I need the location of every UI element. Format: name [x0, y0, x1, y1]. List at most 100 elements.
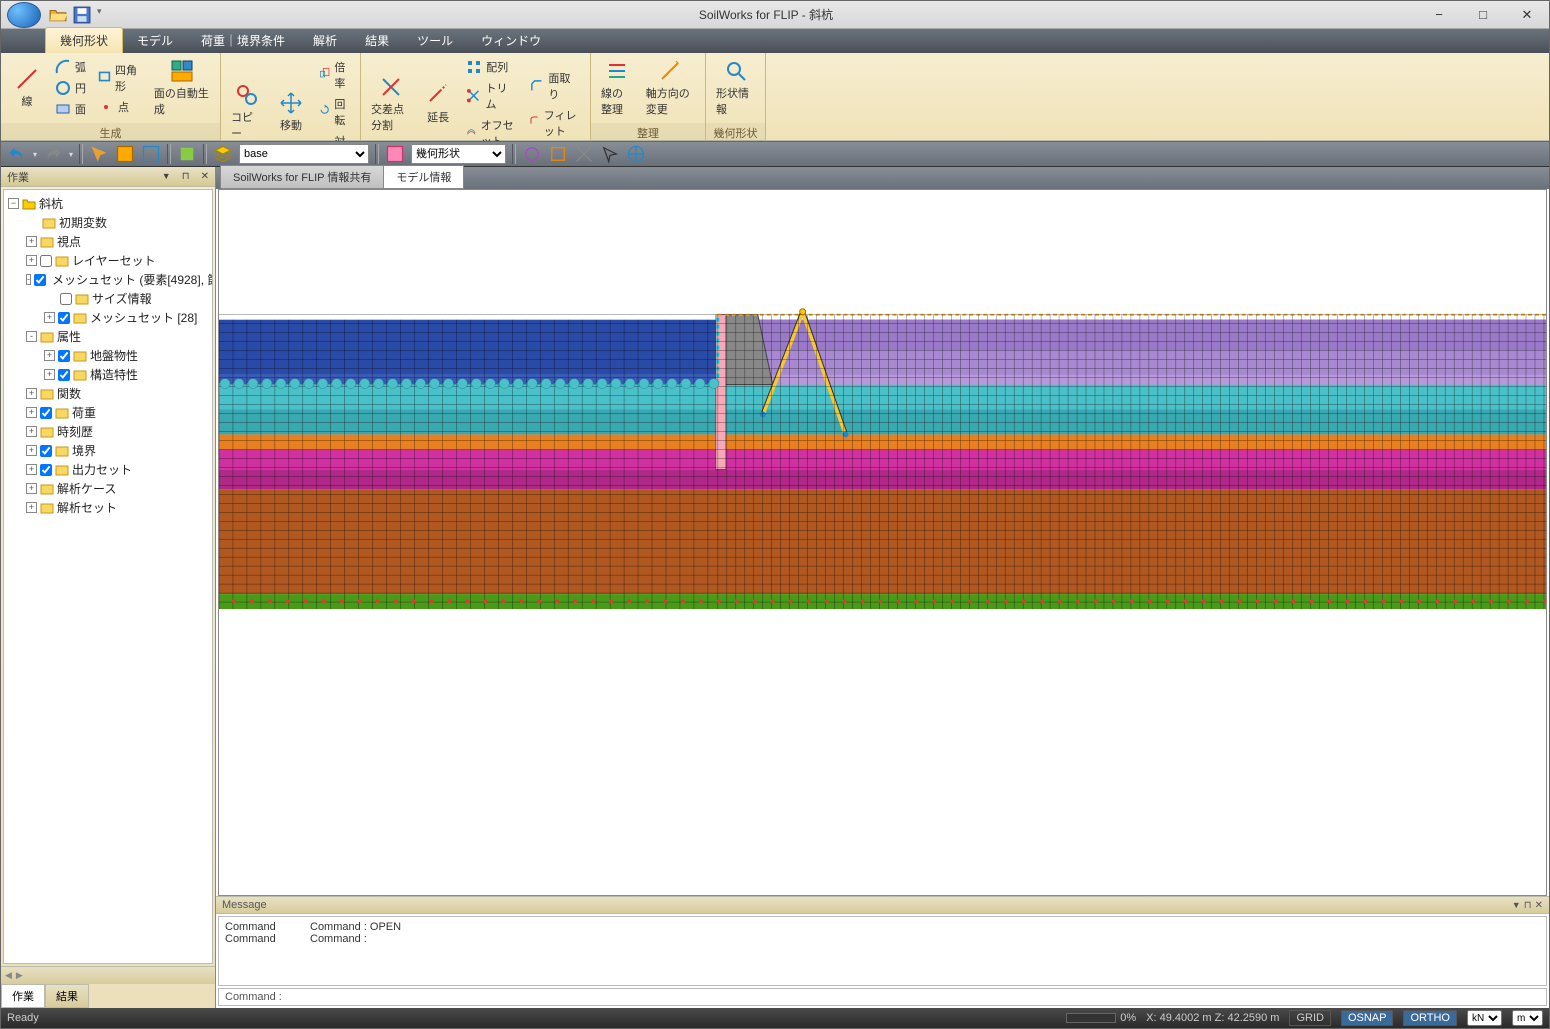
- tree-expand-icon[interactable]: +: [26, 388, 37, 399]
- tree-item[interactable]: +視点: [4, 232, 212, 251]
- trim-button[interactable]: トリム: [462, 78, 521, 114]
- tab-result[interactable]: 結果: [351, 28, 403, 53]
- qat-dropdown-icon[interactable]: ▾: [97, 6, 115, 24]
- arc-button[interactable]: 弧: [51, 57, 90, 77]
- tree-expand-icon[interactable]: +: [26, 236, 37, 247]
- tree-checkbox[interactable]: [40, 255, 52, 267]
- scale-button[interactable]: 倍率: [315, 57, 354, 93]
- tree-item[interactable]: +出力セット: [4, 460, 212, 479]
- unit-force-select[interactable]: kN: [1467, 1010, 1502, 1026]
- tree-checkbox[interactable]: [40, 464, 52, 476]
- unit-length-select[interactable]: m: [1512, 1010, 1543, 1026]
- extend-button[interactable]: 延長: [418, 81, 458, 127]
- msg-pin-icon[interactable]: ⊓: [1524, 900, 1532, 911]
- layer-select[interactable]: base: [239, 144, 369, 164]
- tree-checkbox[interactable]: [60, 293, 72, 305]
- mode-select[interactable]: 幾何形状: [411, 144, 506, 164]
- doc-tab-model[interactable]: モデル情報: [383, 165, 464, 189]
- panel-pin-icon[interactable]: ⊓: [182, 171, 190, 183]
- fillet-button[interactable]: フィレット: [525, 105, 584, 141]
- minimize-button[interactable]: −: [1417, 1, 1461, 29]
- tree-item[interactable]: 初期変数: [4, 213, 212, 232]
- tree-checkbox[interactable]: [58, 350, 70, 362]
- tree-checkbox[interactable]: [58, 369, 70, 381]
- app-menu-button[interactable]: [7, 2, 41, 28]
- tab-window[interactable]: ウィンドウ: [467, 28, 555, 53]
- tab-load-boundary[interactable]: 荷重｜境界条件: [187, 28, 299, 53]
- tool-icon-3[interactable]: [141, 144, 161, 164]
- shapeinfo-button[interactable]: 形状情報: [712, 57, 759, 119]
- tree-expand-icon[interactable]: +: [44, 312, 55, 323]
- rotate-button[interactable]: 回転: [315, 94, 354, 130]
- tree-item[interactable]: -メッシュセット (要素[4928], 節点[6: [4, 270, 212, 289]
- tree-item[interactable]: サイズ情報: [4, 289, 212, 308]
- view-icon-2[interactable]: [548, 144, 568, 164]
- tree-item[interactable]: +地盤物性: [4, 346, 212, 365]
- copy-button[interactable]: コピー: [227, 81, 267, 143]
- tree-item[interactable]: +時刻歴: [4, 422, 212, 441]
- command-input[interactable]: Command :: [218, 988, 1547, 1006]
- tree-expand-icon[interactable]: +: [26, 407, 37, 418]
- arrange-button[interactable]: 線の整理: [597, 57, 638, 119]
- intersect-button[interactable]: 交差点分割: [367, 73, 414, 135]
- tool-icon-2[interactable]: [115, 144, 135, 164]
- tab-tool[interactable]: ツール: [403, 28, 467, 53]
- point-button[interactable]: 点: [94, 97, 146, 117]
- tree-expand-icon[interactable]: +: [26, 483, 37, 494]
- tree-item[interactable]: -属性: [4, 327, 212, 346]
- tree-expand-icon[interactable]: +: [44, 350, 55, 361]
- grid-toggle[interactable]: GRID: [1289, 1010, 1331, 1026]
- autoface-button[interactable]: 面の自動生成: [150, 57, 214, 119]
- undo-icon[interactable]: [7, 144, 27, 164]
- tree-item[interactable]: +境界: [4, 441, 212, 460]
- tab-result[interactable]: 結果: [45, 984, 89, 1008]
- tree-item[interactable]: +レイヤーセット: [4, 251, 212, 270]
- tool-icon-4[interactable]: [177, 144, 197, 164]
- osnap-toggle[interactable]: OSNAP: [1341, 1010, 1394, 1026]
- chamfer-button[interactable]: 面取り: [525, 68, 584, 104]
- open-icon[interactable]: [49, 6, 67, 24]
- tree-expand-icon[interactable]: +: [26, 426, 37, 437]
- array-button[interactable]: 配列: [462, 57, 521, 77]
- tab-model[interactable]: モデル: [123, 28, 187, 53]
- tree-expand-icon[interactable]: +: [26, 255, 37, 266]
- msg-close-icon[interactable]: ✕: [1535, 900, 1543, 911]
- tree-item[interactable]: +構造特性: [4, 365, 212, 384]
- tree-root[interactable]: 斜杭: [39, 195, 63, 212]
- model-viewport[interactable]: [218, 189, 1547, 896]
- tree-item[interactable]: +解析セット: [4, 498, 212, 517]
- mode-icon[interactable]: [385, 144, 405, 164]
- tree-checkbox[interactable]: [40, 445, 52, 457]
- tree-expand-icon[interactable]: +: [26, 502, 37, 513]
- tool-icon-1[interactable]: [89, 144, 109, 164]
- tree-expand-icon[interactable]: -: [26, 331, 37, 342]
- tree-expand-icon[interactable]: −: [8, 198, 19, 209]
- msg-dropdown-icon[interactable]: ▼: [1512, 900, 1521, 910]
- tree-expand-icon[interactable]: +: [44, 369, 55, 380]
- view-icon-5[interactable]: [626, 144, 646, 164]
- tab-geometry[interactable]: 幾何形状: [45, 27, 123, 53]
- face-button[interactable]: 面: [51, 99, 90, 119]
- redo-icon[interactable]: [43, 144, 63, 164]
- tab-analysis[interactable]: 解析: [299, 28, 351, 53]
- tree-item[interactable]: +荷重: [4, 403, 212, 422]
- close-button[interactable]: ✕: [1505, 1, 1549, 29]
- view-icon-1[interactable]: [522, 144, 542, 164]
- move-button[interactable]: 移動: [271, 89, 311, 135]
- tab-work[interactable]: 作業: [1, 984, 45, 1008]
- message-log[interactable]: CommandCommand : OPEN CommandCommand :: [218, 916, 1547, 986]
- panel-nav-right-icon[interactable]: ▶: [16, 970, 23, 981]
- save-icon[interactable]: [73, 6, 91, 24]
- tree-expand-icon[interactable]: -: [26, 274, 31, 285]
- tree-expand-icon[interactable]: +: [26, 445, 37, 456]
- panel-close-icon[interactable]: ✕: [201, 171, 209, 183]
- circle-button[interactable]: 円: [51, 78, 90, 98]
- view-icon-3[interactable]: [574, 144, 594, 164]
- tree-checkbox[interactable]: [40, 407, 52, 419]
- rect-button[interactable]: 四角形: [94, 60, 146, 96]
- doc-tab-info[interactable]: SoilWorks for FLIP 情報共有: [220, 165, 384, 189]
- tree-checkbox[interactable]: [58, 312, 70, 324]
- tree-expand-icon[interactable]: +: [26, 464, 37, 475]
- tree-checkbox[interactable]: [34, 274, 46, 286]
- view-icon-4[interactable]: [600, 144, 620, 164]
